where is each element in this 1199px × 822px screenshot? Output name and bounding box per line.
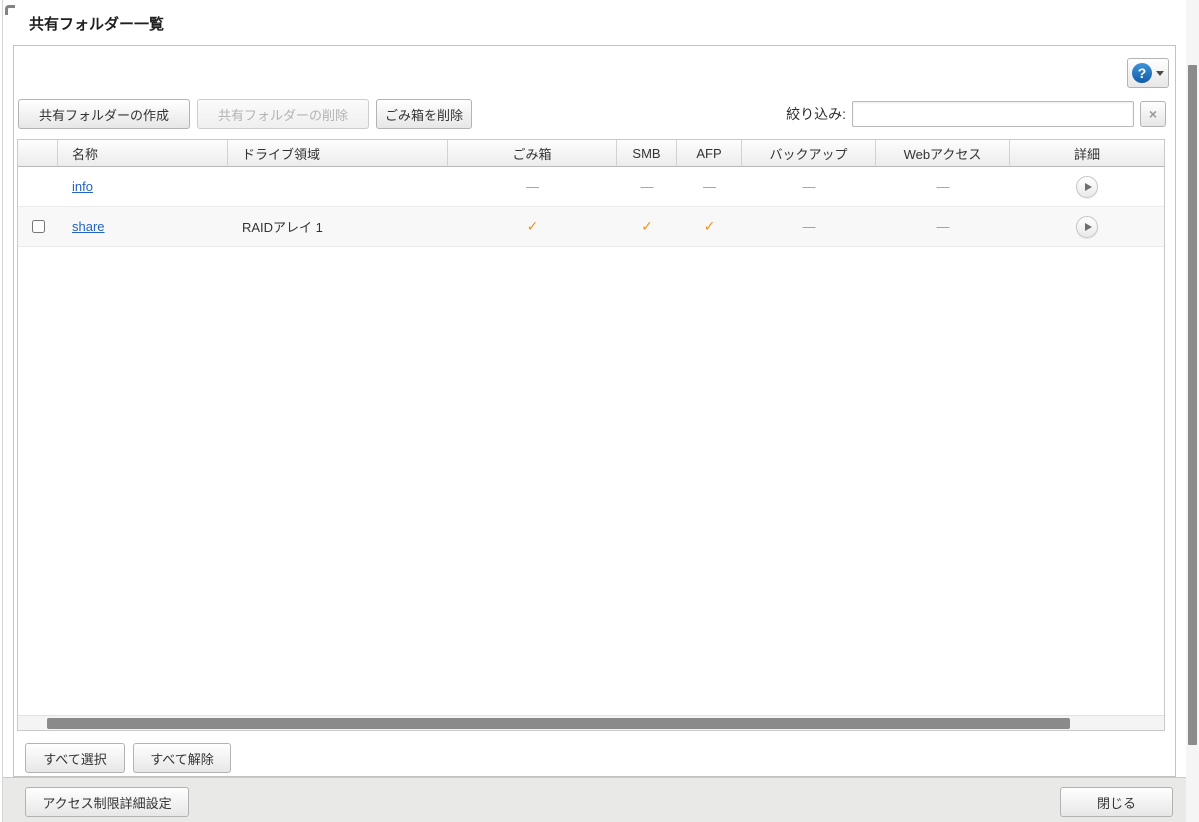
status-cell: —: [876, 167, 1010, 207]
access-restriction-settings-button[interactable]: アクセス制限詳細設定: [25, 787, 189, 817]
help-button[interactable]: ?: [1127, 58, 1169, 88]
detail-play-icon[interactable]: [1076, 216, 1098, 238]
status-cell: —: [617, 167, 677, 207]
checkbox-cell: [18, 207, 58, 247]
status-cell: —: [448, 167, 617, 207]
detail-cell: [1010, 167, 1164, 207]
name-cell: share: [58, 207, 228, 247]
filter-label: 絞り込み:: [786, 104, 846, 124]
help-icon: ?: [1132, 63, 1152, 83]
horizontal-scrollbar-track[interactable]: [18, 715, 1164, 730]
shared-folder-panel: ? 共有フォルダーの作成 共有フォルダーの削除 ごみ箱を削除 絞り込み: × 名…: [13, 45, 1176, 777]
row-checkbox-share[interactable]: [32, 220, 45, 233]
page-title: 共有フォルダー一覧: [29, 13, 164, 34]
vertical-scrollbar-track[interactable]: [1186, 0, 1199, 822]
status-cell: ✓: [617, 207, 677, 247]
status-cell: —: [876, 207, 1010, 247]
filter-clear-button[interactable]: ×: [1140, 101, 1166, 127]
col-header-backup[interactable]: バックアップ: [742, 140, 876, 167]
selection-buttons: すべて選択 すべて解除: [25, 743, 231, 773]
col-header-detail[interactable]: 詳細: [1010, 140, 1164, 167]
checkbox-cell: [18, 167, 58, 207]
drive-cell: RAIDアレイ 1: [228, 207, 448, 247]
status-cell: ✓: [677, 207, 742, 247]
col-header-drive[interactable]: ドライブ領域: [228, 140, 448, 167]
select-all-button[interactable]: すべて選択: [25, 743, 125, 773]
toolbar: 共有フォルダーの作成 共有フォルダーの削除 ごみ箱を削除: [18, 99, 472, 129]
detail-cell: [1010, 207, 1164, 247]
col-header-checkbox: [18, 140, 58, 167]
close-button[interactable]: 閉じる: [1060, 787, 1173, 817]
filter-group: 絞り込み: ×: [786, 101, 1166, 127]
folder-link-info[interactable]: info: [72, 179, 93, 194]
status-cell: —: [677, 167, 742, 207]
drive-cell: [228, 167, 448, 207]
name-cell: info: [58, 167, 228, 207]
status-cell: —: [742, 167, 876, 207]
chevron-down-icon: [1156, 71, 1164, 76]
horizontal-scrollbar-thumb[interactable]: [47, 718, 1070, 729]
col-header-name[interactable]: 名称: [58, 140, 228, 167]
delete-folder-button[interactable]: 共有フォルダーの削除: [197, 99, 369, 129]
empty-trash-button[interactable]: ごみ箱を削除: [376, 99, 472, 129]
col-header-trash[interactable]: ごみ箱: [448, 140, 617, 167]
window-corner-decoration: [5, 5, 15, 15]
footer-bar: アクセス制限詳細設定 閉じる: [3, 777, 1186, 822]
folder-link-share[interactable]: share: [72, 219, 105, 234]
page-left-edge: [2, 0, 3, 822]
create-folder-button[interactable]: 共有フォルダーの作成: [18, 99, 190, 129]
col-header-webaccess[interactable]: Webアクセス: [876, 140, 1010, 167]
vertical-scrollbar-thumb[interactable]: [1188, 65, 1197, 745]
detail-play-icon[interactable]: [1076, 176, 1098, 198]
filter-input[interactable]: [852, 101, 1134, 127]
deselect-all-button[interactable]: すべて解除: [133, 743, 231, 773]
col-header-smb[interactable]: SMB: [617, 140, 677, 167]
shared-folder-table: 名称 ドライブ領域 ごみ箱 SMB AFP バックアップ Webアクセス 詳細 …: [17, 139, 1165, 731]
status-cell: ✓: [448, 207, 617, 247]
status-cell: —: [742, 207, 876, 247]
col-header-afp[interactable]: AFP: [677, 140, 742, 167]
